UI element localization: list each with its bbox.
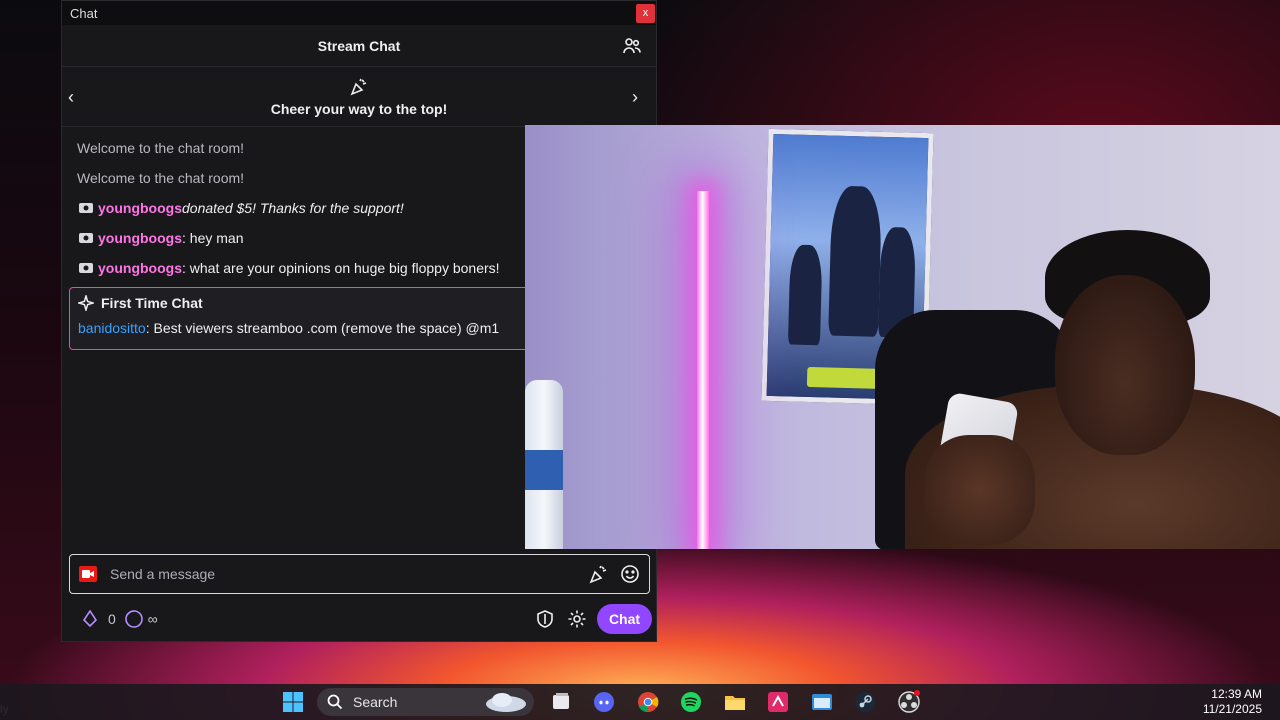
points-count: 0 xyxy=(108,611,116,627)
message-input[interactable] xyxy=(110,566,577,582)
message-text: donated $5! Thanks for the support! xyxy=(182,200,404,216)
window-title: Chat xyxy=(70,5,98,21)
chat-title: Stream Chat xyxy=(317,37,401,54)
obs-icon[interactable] xyxy=(897,690,921,714)
gear-icon[interactable] xyxy=(567,609,587,629)
sparkle-icon xyxy=(78,295,94,311)
spotify-icon[interactable] xyxy=(679,690,703,714)
water-bottle xyxy=(525,380,563,549)
system-clock[interactable]: 12:39 AM 11/21/2025 xyxy=(1203,687,1262,717)
message-username[interactable]: youngboogs xyxy=(98,253,182,283)
windows-taskbar: Search 12:39 AM 11/21/2025 xyxy=(0,684,1280,720)
steam-icon[interactable] xyxy=(853,690,877,714)
community-users-icon[interactable] xyxy=(622,36,642,56)
cash-badge-icon xyxy=(79,233,93,243)
cheer-banner: ‹ Cheer your way to the top! › xyxy=(62,67,656,127)
close-button[interactable]: x xyxy=(636,3,655,23)
chrome-icon[interactable] xyxy=(636,690,660,714)
search-label: Search xyxy=(353,694,398,710)
streamer-hands xyxy=(925,435,1035,545)
chat-send-button[interactable]: Chat xyxy=(597,604,652,634)
first-time-chat-card: First Time Chat banidositto: Best viewer… xyxy=(69,287,599,350)
cheer-text: Cheer your way to the top! xyxy=(270,100,448,117)
message-username[interactable]: youngboogs xyxy=(98,193,182,223)
weather-cloud-icon xyxy=(486,693,526,712)
clock-date: 11/21/2025 xyxy=(1202,702,1262,716)
timer-circle-icon xyxy=(124,610,143,628)
chevron-left-icon[interactable]: ‹ xyxy=(68,87,84,107)
shield-icon[interactable] xyxy=(535,609,555,629)
window-titlebar[interactable]: Chat x xyxy=(62,1,656,25)
channel-points[interactable]: 0 ∞ xyxy=(81,609,166,629)
clock-time: 12:39 AM xyxy=(1211,687,1262,701)
camera-icon[interactable] xyxy=(78,564,98,584)
message-text: : what are your opinions on huge big flo… xyxy=(182,260,500,276)
message-username[interactable]: banidositto xyxy=(78,320,146,336)
message-input-box[interactable] xyxy=(69,554,650,594)
discord-icon[interactable] xyxy=(592,690,616,714)
bits-diamond-icon xyxy=(82,610,98,628)
cheer-bits-icon[interactable] xyxy=(587,563,609,585)
chat-header: Stream Chat xyxy=(62,25,656,67)
task-view-icon[interactable] xyxy=(549,690,573,714)
cash-badge-icon xyxy=(79,263,93,273)
first-time-title: First Time Chat xyxy=(101,295,203,311)
message-text: : hey man xyxy=(182,230,244,246)
infinity-symbol: ∞ xyxy=(147,611,158,627)
cash-badge-icon xyxy=(79,203,93,213)
taskbar-search[interactable]: Search xyxy=(317,688,534,716)
chat-bottom-bar: 0 ∞ Chat xyxy=(81,604,652,634)
file-explorer-icon[interactable] xyxy=(723,690,747,714)
windows-start-icon[interactable] xyxy=(281,690,305,714)
neon-light-tube xyxy=(697,191,709,549)
party-popper-icon xyxy=(350,78,367,95)
emote-smiley-icon[interactable] xyxy=(619,563,641,585)
streamer-head xyxy=(1055,275,1195,455)
window-app-icon[interactable] xyxy=(810,690,834,714)
chevron-right-icon[interactable]: › xyxy=(632,87,648,107)
search-icon xyxy=(327,694,343,710)
webcam-feed xyxy=(525,125,1280,549)
system-message: Welcome to the chat room! xyxy=(77,170,245,186)
message-username[interactable]: youngboogs xyxy=(98,223,182,253)
message-text: : Best viewers streamboo .com (remove th… xyxy=(145,320,500,336)
red-app-icon[interactable] xyxy=(766,690,790,714)
first-time-message: banidositto: Best viewers streamboo .com… xyxy=(78,320,598,336)
first-time-header: First Time Chat xyxy=(78,292,598,314)
system-message: Welcome to the chat room! xyxy=(77,140,245,156)
